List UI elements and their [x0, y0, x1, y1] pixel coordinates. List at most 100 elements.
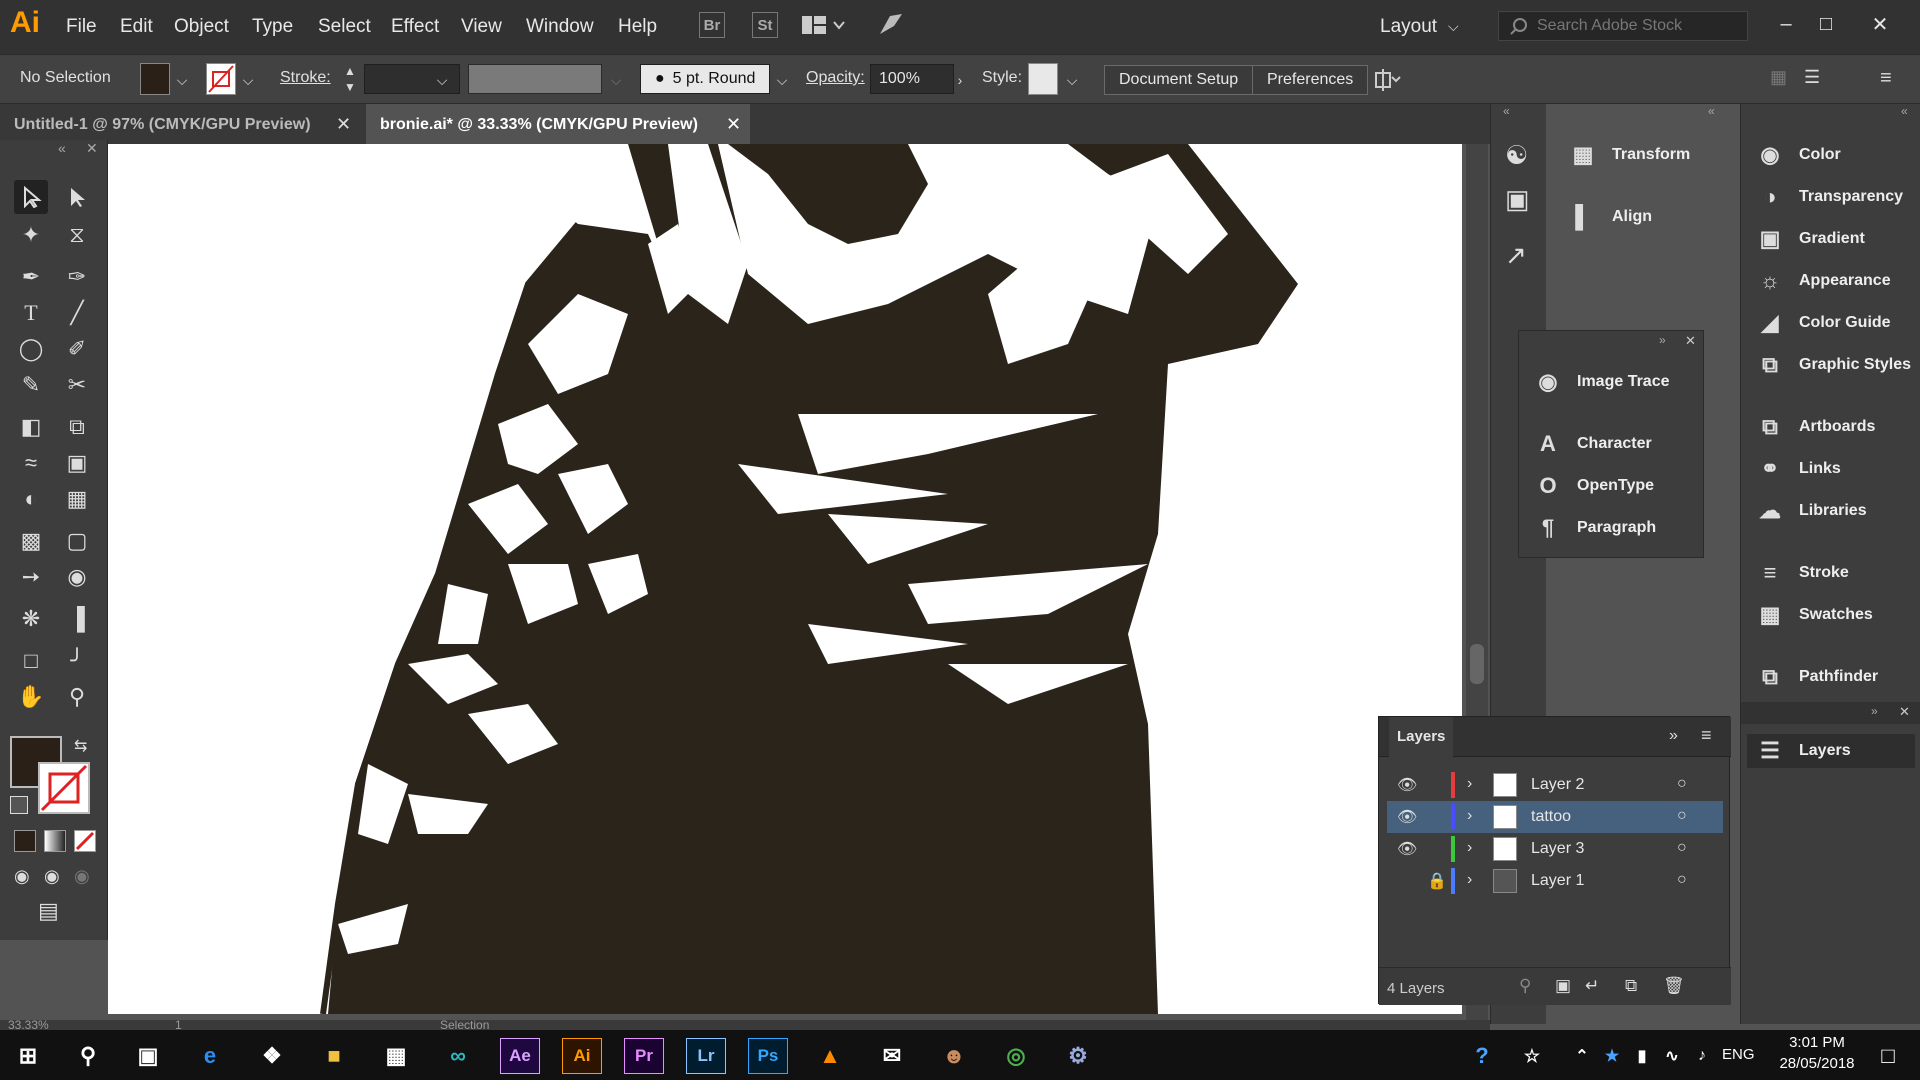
stroke-weight-stepper[interactable]: ▲ ▼	[340, 63, 360, 97]
layer-row[interactable]: 👁 › tattoo ○	[1387, 801, 1723, 833]
align-options-icon[interactable]: ☰	[1804, 67, 1834, 91]
export-icon[interactable]: ↗	[1505, 240, 1527, 271]
photoshop-icon[interactable]: Ps	[748, 1038, 788, 1074]
clock[interactable]: 3:01 PM 28/05/2018	[1772, 1034, 1862, 1072]
eye-icon[interactable]: 👁	[1397, 775, 1417, 795]
slice-tool-icon[interactable]: ╯	[60, 644, 94, 678]
lasso-icon[interactable]: ⧖	[60, 218, 94, 252]
eyedropper-icon[interactable]: ➙	[14, 560, 48, 594]
direct-selection-tool-icon[interactable]	[60, 180, 94, 214]
panel-color[interactable]: ◉ Color	[1755, 132, 1840, 178]
close-icon[interactable]: ✕	[726, 114, 741, 135]
stroke-color-dropdown[interactable]: ⌵	[238, 67, 258, 93]
collapse-icon[interactable]: «	[58, 140, 66, 156]
panel-swatches[interactable]: ▦ Swatches	[1755, 592, 1873, 638]
target-icon[interactable]: ○	[1677, 839, 1687, 857]
warp-tool-icon[interactable]: ≈	[14, 446, 48, 480]
infinity-icon[interactable]: ∞	[438, 1038, 478, 1074]
gradient-tool-icon[interactable]: ▢	[60, 524, 94, 558]
after-effects-icon[interactable]: Ae	[500, 1038, 540, 1074]
help-icon[interactable]: ?	[1462, 1038, 1502, 1074]
canvas-area[interactable]	[108, 144, 1484, 1020]
panel-transform[interactable]: ▦ Transform	[1568, 132, 1691, 178]
mail-icon[interactable]: ✉	[872, 1038, 912, 1074]
menu-view[interactable]: View	[461, 16, 502, 38]
paintbrush-icon[interactable]: ✐	[60, 332, 94, 366]
fill-dropdown[interactable]: ⌵	[172, 67, 192, 93]
panel-opentype[interactable]: O OpenType	[1533, 463, 1654, 509]
expand-icon[interactable]: »	[1659, 333, 1666, 347]
style-dropdown[interactable]: ⌵	[1062, 67, 1082, 93]
close-icon[interactable]: ✕	[86, 140, 98, 157]
menu-select[interactable]: Select	[318, 16, 371, 38]
bridge-button[interactable]: Br	[699, 12, 725, 38]
panel-pathfinder[interactable]: ⧉ Pathfinder	[1755, 654, 1878, 700]
notifications-icon[interactable]: □	[1868, 1038, 1908, 1074]
swap-colors-icon[interactable]: ⇆	[74, 736, 87, 756]
expand-icon[interactable]: »	[1669, 727, 1678, 745]
panel-paragraph[interactable]: ¶ Paragraph	[1533, 505, 1656, 551]
close-button[interactable]: ✕	[1860, 6, 1900, 42]
dropbox-icon[interactable]: ❖	[252, 1038, 292, 1074]
input-language[interactable]: ENG	[1722, 1046, 1755, 1063]
close-icon[interactable]: ✕	[1899, 704, 1910, 720]
gpu-performance-icon[interactable]	[876, 10, 906, 40]
task-view-icon[interactable]: ▣	[128, 1038, 168, 1074]
artboard-tool-icon[interactable]: □	[14, 644, 48, 678]
pencil-icon[interactable]: ✎	[14, 368, 48, 402]
panel-color-guide[interactable]: ◢ Color Guide	[1755, 300, 1891, 346]
close-icon[interactable]: ✕	[1685, 333, 1696, 349]
chevron-down-icon[interactable]: ⌵	[1448, 18, 1459, 35]
scissors-icon[interactable]: ✂	[60, 368, 94, 402]
vlc-icon[interactable]: ▲	[810, 1038, 850, 1074]
layer-row[interactable]: 👁 › Layer 3 ○	[1387, 833, 1723, 865]
zoom-tool-icon[interactable]: ⚲	[60, 680, 94, 714]
menu-object[interactable]: Object	[174, 16, 229, 38]
stock-search-input[interactable]: Search Adobe Stock	[1498, 11, 1748, 41]
maximize-button[interactable]: □	[1806, 6, 1846, 42]
minimize-button[interactable]: –	[1766, 6, 1806, 42]
close-icon[interactable]: ✕	[336, 114, 351, 135]
volume-icon[interactable]: ♪	[1682, 1038, 1722, 1074]
menu-edit[interactable]: Edit	[120, 16, 153, 38]
chevron-right-icon[interactable]: ›	[1467, 839, 1472, 857]
panel-artboards[interactable]: ⧉ Artboards	[1755, 404, 1875, 450]
layer-row[interactable]: 🔒 › Layer 1 ○	[1387, 865, 1723, 897]
scroll-thumb[interactable]	[1470, 644, 1484, 684]
panel-links[interactable]: ⚭ Links	[1755, 446, 1841, 492]
stock-button[interactable]: St	[752, 12, 778, 38]
target-icon[interactable]: ○	[1677, 807, 1687, 825]
arrange-documents-icon[interactable]	[800, 12, 846, 38]
free-transform-icon[interactable]: ▣	[60, 446, 94, 480]
chevron-right-icon[interactable]: ›	[1467, 871, 1472, 889]
collapse-icon[interactable]: «	[1901, 104, 1908, 118]
panel-menu-icon[interactable]: ≡	[1880, 67, 1904, 91]
symbols-icon[interactable]: ▣	[1505, 184, 1530, 215]
target-icon[interactable]: ○	[1677, 871, 1687, 889]
blend-tool-icon[interactable]: ◉	[60, 560, 94, 594]
tab-bronie[interactable]: bronie.ai* @ 33.33% (CMYK/GPU Preview)	[366, 104, 750, 144]
panel-layers-dock[interactable]: ☰ Layers	[1747, 734, 1915, 768]
panel-transparency[interactable]: ◑ Transparency	[1755, 174, 1903, 220]
panel-appearance[interactable]: ☼ Appearance	[1755, 258, 1891, 304]
lock-icon[interactable]: 🔒	[1427, 871, 1447, 891]
layer-name[interactable]: Layer 3	[1531, 840, 1584, 858]
create-sublayer-icon[interactable]: ↵	[1585, 976, 1599, 996]
panel-graphic-styles[interactable]: ⧉ Graphic Styles	[1755, 342, 1911, 388]
stroke-swatch[interactable]	[206, 63, 236, 95]
brush-dropdown[interactable]: ⌵	[772, 67, 792, 93]
stroke-weight-dropdown[interactable]: ⌵	[432, 67, 452, 93]
draw-inside-icon[interactable]: ◉	[74, 866, 90, 887]
graph-tool-icon[interactable]: ▐	[60, 602, 94, 636]
workspace-switcher[interactable]: Layout	[1380, 16, 1437, 38]
fill-swatch[interactable]	[140, 63, 170, 95]
draw-behind-icon[interactable]: ◉	[44, 866, 60, 887]
stroke-label[interactable]: Stroke:	[280, 69, 331, 87]
artboard[interactable]	[108, 144, 1462, 1014]
selection-tool-icon[interactable]	[14, 180, 48, 214]
edge-icon[interactable]: e	[190, 1038, 230, 1074]
menu-help[interactable]: Help	[618, 16, 657, 38]
premiere-icon[interactable]: Pr	[624, 1038, 664, 1074]
profile-dropdown[interactable]: ⌵	[606, 67, 626, 93]
trash-icon[interactable]: 🗑	[1663, 976, 1685, 996]
